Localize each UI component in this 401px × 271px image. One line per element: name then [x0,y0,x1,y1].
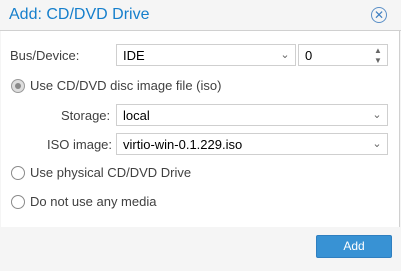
dialog-body: Bus/Device: IDE ⌄ 0 ▲ ▼ Use CD/DVD disc … [1,31,400,227]
close-icon[interactable]: ✕ [371,7,387,23]
no-media-radio[interactable] [11,195,25,209]
storage-select-value: local [123,108,150,123]
device-number-spinner[interactable]: 0 ▲ ▼ [298,44,388,66]
storage-select[interactable]: local ⌄ [116,104,388,126]
bus-device-label: Bus/Device: [10,48,80,63]
spin-down-icon[interactable]: ▼ [373,56,383,65]
chevron-down-icon[interactable]: ⌄ [367,105,387,125]
physical-drive-label[interactable]: Use physical CD/DVD Drive [30,165,191,180]
iso-radio-label[interactable]: Use CD/DVD disc image file (iso) [30,78,221,93]
iso-radio[interactable] [11,79,25,93]
chevron-down-icon[interactable]: ⌄ [367,134,387,154]
dialog-title: Add: CD/DVD Drive [9,6,150,23]
spin-up-icon[interactable]: ▲ [373,46,383,55]
storage-label: Storage: [61,108,111,123]
add-button[interactable]: Add [316,235,392,258]
no-media-label[interactable]: Do not use any media [30,194,156,209]
add-cd-dvd-dialog: Add: CD/DVD Drive ✕ Bus/Device: IDE ⌄ 0 … [0,0,401,271]
iso-image-select[interactable]: virtio-win-0.1.229.iso ⌄ [116,133,388,155]
dialog-titlebar: Add: CD/DVD Drive ✕ [0,0,401,31]
device-number-value: 0 [305,48,313,63]
bus-select-value: IDE [123,48,145,63]
bus-select[interactable]: IDE ⌄ [116,44,296,66]
dialog-footer: Add [0,227,401,271]
physical-drive-radio[interactable] [11,166,25,180]
iso-image-select-value: virtio-win-0.1.229.iso [123,137,243,152]
chevron-down-icon[interactable]: ⌄ [275,45,295,65]
iso-image-label: ISO image: [47,137,113,152]
